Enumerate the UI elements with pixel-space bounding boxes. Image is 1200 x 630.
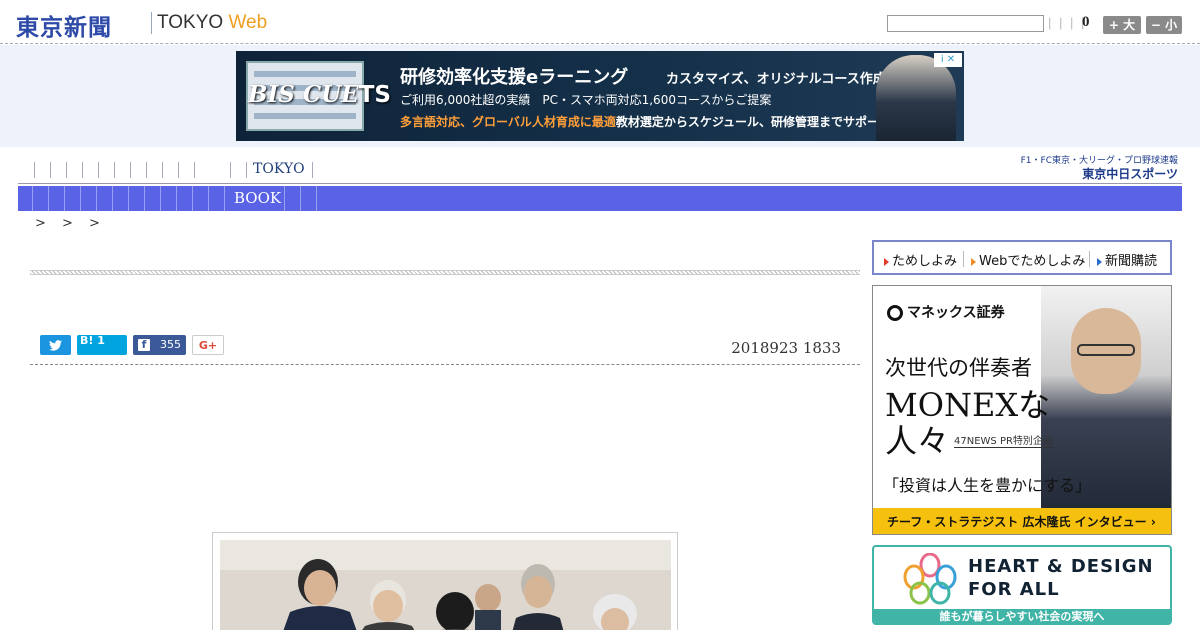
subscribe-link[interactable]: 新聞購読 bbox=[1097, 250, 1157, 269]
ad-banner-biscue[interactable]: BIS CUETS 研修効率化支援eラーニング カスタマイズ、オリジナルコース作… bbox=[236, 51, 964, 141]
twitter-icon bbox=[49, 339, 62, 351]
monex-headline-3: 人々 bbox=[885, 422, 950, 460]
nav-divider bbox=[18, 183, 1182, 184]
google-plus-share-button[interactable]: G+ bbox=[192, 335, 224, 355]
site-header: 東京新聞 TOKYO Web | | | | 0 + 大 − 小 bbox=[0, 0, 1200, 44]
count-indicator: 0 bbox=[1082, 14, 1090, 30]
site-logo-tokyo-web[interactable]: TOKYO Web bbox=[157, 12, 267, 34]
ad-subheadline: カスタマイズ、オリジナルコース作成 bbox=[666, 72, 886, 87]
monex-logo: マネックス証券 bbox=[887, 302, 1005, 322]
site-logo[interactable]: 東京新聞 bbox=[16, 8, 112, 42]
article-photo[interactable] bbox=[220, 540, 671, 630]
monex-pr-label: 47NEWS PR特別企画 bbox=[954, 432, 1053, 448]
arrow-right-icon bbox=[884, 257, 889, 266]
arrow-right-icon bbox=[971, 257, 976, 266]
article-photo-frame bbox=[212, 532, 678, 630]
facebook-share-button[interactable]: f 355 bbox=[133, 335, 186, 355]
font-size-decrease-button[interactable]: − 小 bbox=[1146, 16, 1182, 34]
monex-headline-1: 次世代の伴奏者 bbox=[885, 356, 1032, 380]
monex-interview-link[interactable]: チーフ・ストラテジスト 広木隆氏 インタビュー › bbox=[873, 508, 1171, 534]
heart-tagline: 誰もが暮らしやすい社会の実現へ bbox=[874, 609, 1170, 623]
section-nav: BOOK bbox=[18, 186, 1182, 211]
trial-reading-box: ためしよみ Webでためしよみ 新聞購読 bbox=[872, 240, 1172, 275]
heart-title-1: HEART & DESIGN bbox=[968, 556, 1154, 577]
chunichi-sports-link[interactable]: F1・FC東京・大リーグ・プロ野球速報 東京中日スポーツ bbox=[1020, 153, 1180, 181]
monex-ad[interactable]: マネックス証券 次世代の伴奏者 MONEXな 人々 47NEWS PR特別企画 … bbox=[872, 285, 1172, 535]
meta-divider bbox=[30, 364, 860, 365]
ad-band: BIS CUETS 研修効率化支援eラーニング カスタマイズ、オリジナルコース作… bbox=[0, 45, 1200, 147]
facebook-icon: f bbox=[138, 339, 150, 351]
title-divider bbox=[30, 270, 860, 275]
ad-choices-icon[interactable]: i ✕ bbox=[934, 53, 962, 67]
arrow-right-icon bbox=[1097, 257, 1102, 266]
trial-read-link[interactable]: ためしよみ bbox=[884, 250, 957, 269]
header-links[interactable]: | | | | bbox=[1048, 15, 1086, 30]
search-input[interactable] bbox=[887, 15, 1044, 32]
photo-people-illustration bbox=[220, 540, 671, 630]
hatena-bookmark-button[interactable]: B! 1 bbox=[77, 335, 127, 355]
nav-item-tokyo[interactable]: TOKYO bbox=[253, 161, 305, 177]
font-size-increase-button[interactable]: + 大 bbox=[1103, 16, 1141, 34]
facebook-share-count: 355 bbox=[160, 338, 181, 351]
flower-emblem-icon bbox=[903, 553, 957, 605]
primary-nav: TOKYO bbox=[18, 158, 1018, 182]
ad-tagline: 多言語対応、グローバル人材育成に最適教材選定からスケジュール、研修管理までサポー… bbox=[400, 115, 892, 129]
ad-person-image bbox=[876, 55, 956, 141]
monex-quote: 「投資は人生を豊かにする」 bbox=[883, 476, 1092, 495]
sports-title: 東京中日スポーツ bbox=[1082, 167, 1178, 181]
web-trial-read-link[interactable]: Webでためしよみ bbox=[971, 250, 1085, 269]
breadcrumb[interactable]: > > > bbox=[35, 216, 106, 231]
logo-tokyo-text: TOKYO bbox=[157, 12, 224, 33]
article-date: 2018923 1833 bbox=[731, 339, 841, 357]
twitter-share-button[interactable] bbox=[40, 335, 71, 355]
ad-headline: 研修効率化支援eラーニング bbox=[400, 67, 629, 88]
nav-item-book[interactable]: BOOK bbox=[234, 189, 281, 207]
logo-divider bbox=[151, 12, 152, 34]
heart-design-ad[interactable]: HEART & DESIGN FOR ALL 誰もが暮らしやすい社会の実現へ bbox=[872, 545, 1172, 625]
logo-web-text: Web bbox=[228, 12, 268, 33]
heart-title-2: FOR ALL bbox=[968, 579, 1060, 600]
ad-brand-logo: BIS CUETS bbox=[248, 81, 391, 108]
ad-description: ご利用6,000社超の実績 PC・スマホ両対応1,600コースからご提案 bbox=[400, 93, 772, 107]
